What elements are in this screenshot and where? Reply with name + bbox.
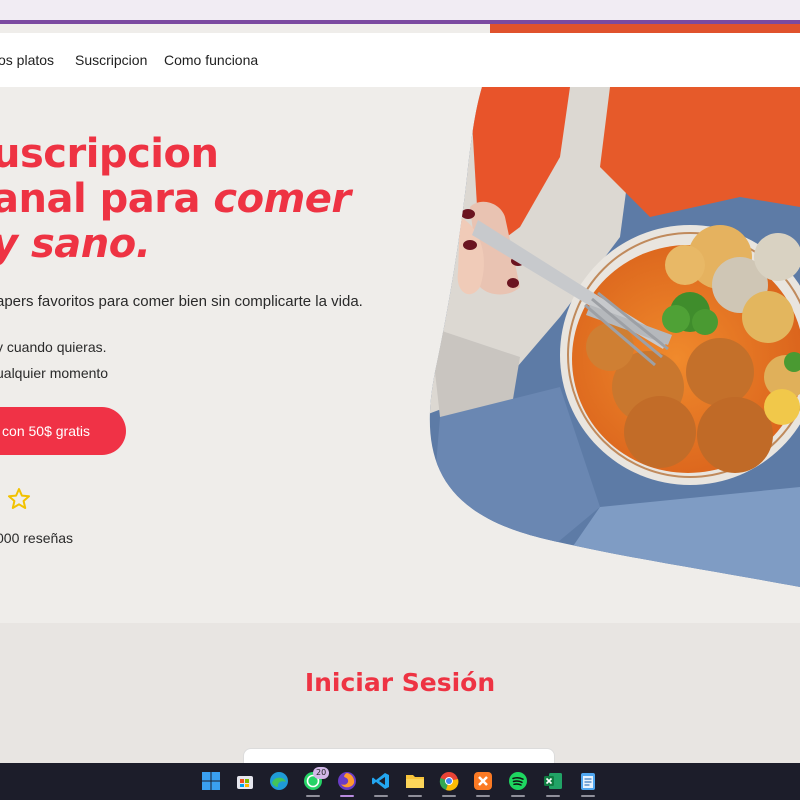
hero-title-line-1: uscripcion xyxy=(0,131,219,177)
xampp-icon[interactable] xyxy=(473,771,493,791)
whatsapp-running-indicator xyxy=(306,795,320,797)
cta-button[interactable]: con 50$ gratis xyxy=(0,407,126,455)
nav-link-como-funciona[interactable]: Como funciona xyxy=(164,52,258,68)
browser-top-bar xyxy=(0,0,800,22)
firefox-icon[interactable] xyxy=(337,771,357,791)
file-explorer-icon[interactable] xyxy=(405,771,425,791)
edge-icon[interactable] xyxy=(269,771,289,791)
login-section: Iniciar Sesión xyxy=(0,623,800,778)
excel-running-indicator xyxy=(546,795,560,797)
reviews-count: 000 reseñas xyxy=(0,530,74,546)
navbar: os platos Suscripcion Como funciona xyxy=(0,33,800,87)
hero-title-line-3: y sano. xyxy=(0,221,151,267)
notepad-running-indicator xyxy=(581,795,595,797)
nav-link-suscripcion[interactable]: Suscripcion xyxy=(75,52,147,68)
hero-bullet-2: ualquier momento xyxy=(0,365,109,381)
hero-section: uscripcion anal para comer y sano. apers… xyxy=(0,87,800,623)
star-outline-icon xyxy=(8,488,30,509)
vscode-icon[interactable] xyxy=(371,771,391,791)
spotify-icon[interactable] xyxy=(508,771,528,791)
excel-icon[interactable] xyxy=(543,771,563,791)
hero-subtitle: apers favoritos para comer bien sin comp… xyxy=(0,293,363,310)
windows-start-icon[interactable] xyxy=(201,771,221,791)
explorer-running-indicator xyxy=(408,795,422,797)
firefox-active-indicator xyxy=(340,795,354,797)
login-title: Iniciar Sesión xyxy=(304,668,496,697)
xampp-running-indicator xyxy=(476,795,490,797)
hero-title-line-2-italic: comer xyxy=(213,176,351,222)
notepad-icon[interactable] xyxy=(578,771,598,791)
hero-title-line-2-regular: anal para xyxy=(0,176,214,222)
windows-taskbar: 20 xyxy=(0,763,800,800)
nav-link-platos[interactable]: os platos xyxy=(0,52,54,68)
chrome-icon[interactable] xyxy=(439,771,459,791)
hero-bullet-1: y cuando quieras. xyxy=(0,339,107,355)
chrome-running-indicator xyxy=(442,795,456,797)
hero-title-line-2: anal para comer xyxy=(0,176,351,222)
microsoft-store-icon[interactable] xyxy=(235,771,255,791)
whatsapp-badge: 20 xyxy=(313,767,330,779)
photo-top-edge xyxy=(490,24,800,33)
vscode-running-indicator xyxy=(374,795,388,797)
spotify-running-indicator xyxy=(511,795,525,797)
